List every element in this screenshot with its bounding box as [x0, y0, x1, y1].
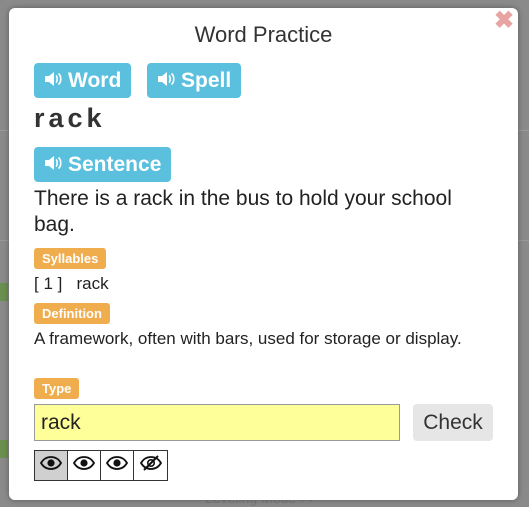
- visibility-option-1[interactable]: [35, 451, 68, 480]
- example-sentence: There is a rack in the bus to hold your …: [34, 187, 452, 236]
- eye-icon: [105, 456, 129, 475]
- syllables-text: [ 1 ] rack: [34, 274, 109, 293]
- speaker-icon: [44, 69, 62, 93]
- spell-audio-button[interactable]: Spell: [147, 63, 242, 98]
- visibility-toggle-group: [34, 450, 168, 481]
- speaker-icon: [157, 69, 175, 93]
- word-audio-button[interactable]: Word: [34, 63, 132, 98]
- sentence-button-label: Sentence: [68, 152, 162, 176]
- sentence-audio-button[interactable]: Sentence: [34, 147, 172, 182]
- visibility-option-2[interactable]: [68, 451, 101, 480]
- syllables-tag: Syllables: [34, 248, 107, 269]
- speaker-icon: [44, 153, 62, 177]
- word-button-label: Word: [68, 68, 122, 92]
- type-tag: Type: [34, 378, 80, 399]
- dialog-title: Word Practice: [194, 22, 333, 47]
- visibility-option-4[interactable]: [134, 451, 167, 480]
- bg-check-icon: [0, 283, 8, 301]
- practice-word: rack: [34, 103, 106, 133]
- word-practice-dialog: ✖ Word Practice Word Spell rack Sentence…: [9, 8, 518, 500]
- eye-slash-icon: [139, 455, 162, 476]
- definition-text: A framework, often with bars, used for s…: [34, 329, 462, 348]
- bg-check-icon: [0, 440, 8, 458]
- eye-icon: [72, 456, 96, 475]
- definition-tag: Definition: [34, 303, 110, 324]
- eye-icon: [39, 456, 63, 475]
- spell-button-label: Spell: [181, 68, 232, 92]
- type-word-input[interactable]: [34, 404, 400, 441]
- check-button[interactable]: Check: [413, 404, 493, 441]
- visibility-option-3[interactable]: [101, 451, 134, 480]
